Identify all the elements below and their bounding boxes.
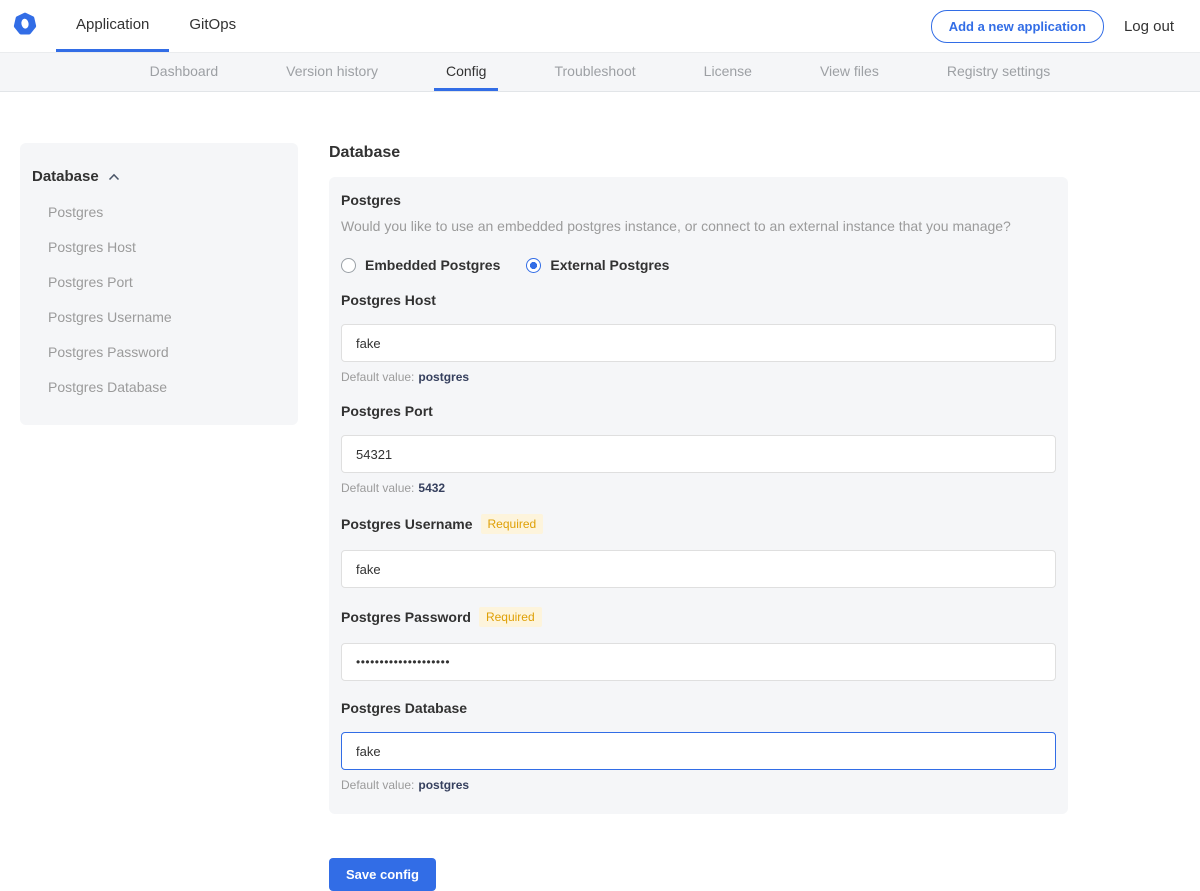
save-config-button[interactable]: Save config: [329, 858, 436, 891]
postgres-port-default: Default value: 5432: [341, 481, 1056, 495]
default-prefix: Default value:: [341, 481, 414, 495]
radio-external-postgres[interactable]: External Postgres: [526, 257, 669, 273]
default-value: postgres: [418, 370, 469, 384]
config-sidebar: Database Postgres Postgres Host Postgres…: [20, 143, 298, 425]
radio-external-postgres-input[interactable]: [526, 258, 541, 273]
field-label-text: Postgres Username: [341, 516, 473, 532]
postgres-host-default: Default value: postgres: [341, 370, 1056, 384]
subnav-tab-registry-settings[interactable]: Registry settings: [935, 53, 1062, 91]
sidebar-item-postgres-username[interactable]: Postgres Username: [20, 300, 298, 335]
postgres-database-input[interactable]: [341, 732, 1056, 770]
chevron-up-icon: [108, 168, 120, 185]
postgres-database-default: Default value: postgres: [341, 778, 1056, 792]
subnav-tab-config[interactable]: Config: [434, 53, 498, 91]
topnav-right: Add a new application Log out: [931, 0, 1200, 52]
page-title: Database: [329, 144, 1068, 162]
subnav-tab-troubleshoot[interactable]: Troubleshoot: [542, 53, 647, 91]
top-tab-gitops[interactable]: GitOps: [169, 0, 256, 52]
postgres-password-field: Postgres Password Required: [341, 607, 1056, 681]
radio-embedded-postgres-label: Embedded Postgres: [365, 257, 500, 273]
app-subnav: Dashboard Version history Config Trouble…: [0, 52, 1200, 92]
sidebar-item-postgres-password[interactable]: Postgres Password: [20, 335, 298, 370]
field-label-text: Postgres Password: [341, 609, 471, 625]
group-help-text: Would you like to use an embedded postgr…: [341, 218, 1056, 234]
sidebar-group-database[interactable]: Database: [20, 168, 298, 185]
sidebar-group-label: Database: [32, 168, 99, 185]
postgres-username-input[interactable]: [341, 550, 1056, 588]
sidebar-item-postgres-database[interactable]: Postgres Database: [20, 370, 298, 405]
postgres-host-label: Postgres Host: [341, 292, 1056, 308]
radio-external-postgres-label: External Postgres: [550, 257, 669, 273]
postgres-database-label: Postgres Database: [341, 700, 1056, 716]
subnav-tab-version-history[interactable]: Version history: [274, 53, 390, 91]
postgres-password-input[interactable]: [341, 643, 1056, 681]
postgres-host-input[interactable]: [341, 324, 1056, 362]
sidebar-item-postgres-host[interactable]: Postgres Host: [20, 230, 298, 265]
postgres-username-field: Postgres Username Required: [341, 514, 1056, 588]
group-label-postgres: Postgres: [341, 192, 1056, 208]
subnav-tab-view-files[interactable]: View files: [808, 53, 891, 91]
subnav-tab-license[interactable]: License: [692, 53, 764, 91]
required-badge: Required: [481, 514, 544, 534]
add-application-button[interactable]: Add a new application: [931, 10, 1104, 43]
default-prefix: Default value:: [341, 370, 414, 384]
postgres-database-field: Postgres Database Default value: postgres: [341, 700, 1056, 792]
default-value: 5432: [418, 481, 445, 495]
postgres-port-field: Postgres Port Default value: 5432: [341, 403, 1056, 495]
app-logo-icon: [12, 11, 38, 42]
config-main: Database Postgres Would you like to use …: [329, 143, 1068, 891]
required-badge: Required: [479, 607, 542, 627]
postgres-mode-radio-group: Embedded Postgres External Postgres: [341, 257, 1056, 273]
config-content: Database Postgres Postgres Host Postgres…: [0, 92, 1200, 891]
sidebar-item-postgres[interactable]: Postgres: [20, 195, 298, 230]
default-prefix: Default value:: [341, 778, 414, 792]
default-value: postgres: [418, 778, 469, 792]
database-config-panel: Postgres Would you like to use an embedd…: [329, 177, 1068, 814]
postgres-port-label: Postgres Port: [341, 403, 1056, 419]
postgres-username-label: Postgres Username Required: [341, 514, 1056, 534]
postgres-port-input[interactable]: [341, 435, 1056, 473]
postgres-host-field: Postgres Host Default value: postgres: [341, 292, 1056, 384]
radio-embedded-postgres[interactable]: Embedded Postgres: [341, 257, 500, 273]
top-tab-application[interactable]: Application: [56, 0, 169, 52]
top-navbar: Application GitOps Add a new application…: [0, 0, 1200, 52]
logout-button[interactable]: Log out: [1124, 18, 1174, 35]
postgres-password-label: Postgres Password Required: [341, 607, 1056, 627]
radio-embedded-postgres-input[interactable]: [341, 258, 356, 273]
sidebar-item-postgres-port[interactable]: Postgres Port: [20, 265, 298, 300]
app-logo[interactable]: [12, 0, 38, 52]
subnav-tab-dashboard[interactable]: Dashboard: [138, 53, 231, 91]
